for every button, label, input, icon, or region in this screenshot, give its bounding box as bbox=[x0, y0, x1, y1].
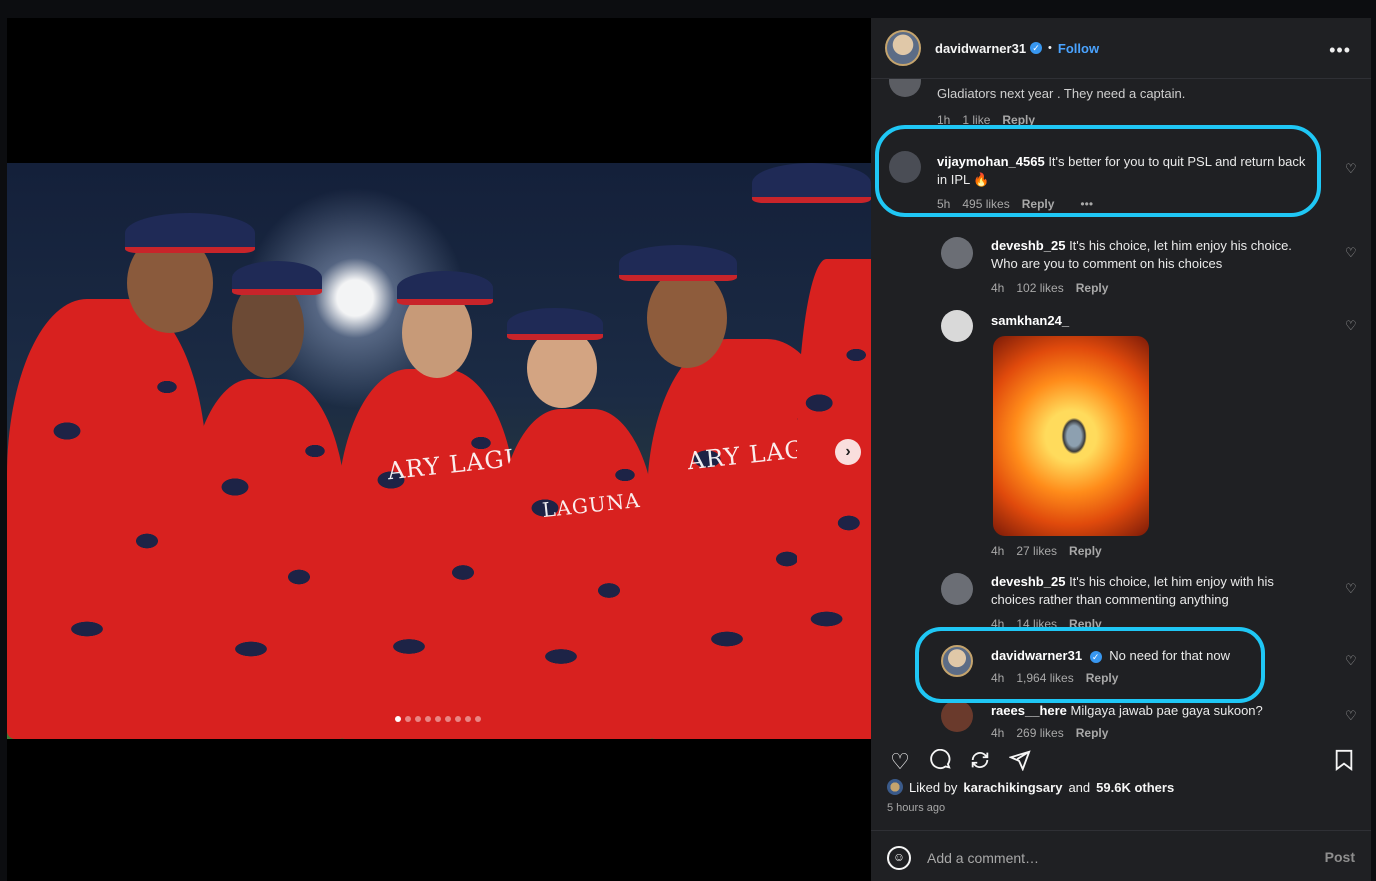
carousel-dot bbox=[465, 716, 471, 722]
comment-likes[interactable]: 102 likes bbox=[1016, 281, 1063, 295]
comment-username[interactable]: deveshb_25 bbox=[991, 574, 1065, 589]
post-header: davidwarner31 ✓ • Follow ••• bbox=[871, 18, 1371, 79]
reply-button[interactable]: Reply bbox=[1076, 726, 1109, 739]
emoji-icon[interactable]: ☺ bbox=[887, 846, 911, 870]
like-comment-icon[interactable]: ♡ bbox=[1345, 246, 1357, 259]
comment-meta: 4h 27 likes Reply bbox=[991, 544, 1102, 558]
share-send-icon[interactable] bbox=[1007, 749, 1033, 775]
verified-badge-icon: ✓ bbox=[1030, 42, 1043, 54]
save-bookmark-icon[interactable] bbox=[1331, 749, 1357, 775]
comments-sidebar: davidwarner31 ✓ • Follow ••• Gladiators … bbox=[871, 18, 1371, 881]
carousel-dot bbox=[445, 716, 451, 722]
liked-by-others[interactable]: 59.6K others bbox=[1096, 780, 1174, 795]
comment-gif[interactable] bbox=[993, 336, 1149, 536]
like-comment-icon[interactable]: ♡ bbox=[1345, 654, 1357, 667]
player-cap bbox=[507, 308, 603, 340]
player-figure bbox=[187, 379, 347, 739]
post-timestamp[interactable]: 5 hours ago bbox=[887, 802, 945, 814]
carousel-dot bbox=[475, 716, 481, 722]
player-cap bbox=[752, 163, 871, 203]
follow-button[interactable]: Follow bbox=[1058, 41, 1099, 56]
avatar[interactable] bbox=[889, 79, 921, 97]
comment-text: deveshb_25 It's his choice, let him enjo… bbox=[991, 574, 1274, 607]
separator: • bbox=[1048, 42, 1052, 54]
comment-username[interactable]: samkhan24_ bbox=[991, 313, 1069, 328]
carousel-dot bbox=[435, 716, 441, 722]
player-figure bbox=[337, 369, 517, 739]
carousel-dot bbox=[415, 716, 421, 722]
comment-time: 4h bbox=[991, 544, 1005, 558]
like-comment-icon[interactable]: ♡ bbox=[1345, 709, 1357, 722]
player-figure bbox=[7, 299, 207, 739]
liked-by-avatar bbox=[887, 779, 903, 795]
team-photo: ARY LAGUNA LAGUNA ARY LAGUNA bbox=[7, 163, 871, 739]
avatar[interactable] bbox=[941, 573, 973, 605]
comment-text: samkhan24_ bbox=[991, 312, 1321, 330]
liked-by-user[interactable]: karachikingsary bbox=[963, 780, 1062, 795]
comment-time: 4h bbox=[991, 726, 1005, 739]
reply-button[interactable]: Reply bbox=[1076, 281, 1109, 295]
comment-text: raees__here Milgaya jawab pae gaya sukoo… bbox=[991, 703, 1263, 718]
add-comment-bar: ☺ Post bbox=[871, 830, 1371, 881]
comment-time: 4h bbox=[991, 281, 1005, 295]
more-options-icon[interactable]: ••• bbox=[1329, 40, 1351, 61]
player-head bbox=[527, 328, 597, 408]
player-cap bbox=[397, 271, 493, 305]
comment-username[interactable]: deveshb_25 bbox=[991, 238, 1065, 253]
post-media[interactable]: ARY LAGUNA LAGUNA ARY LAGUNA › bbox=[7, 18, 871, 881]
comment-likes[interactable]: 27 likes bbox=[1016, 544, 1057, 558]
comment-meta: 4h 269 likes Reply bbox=[991, 726, 1108, 739]
post-author[interactable]: davidwarner31 bbox=[935, 41, 1026, 56]
comments-list[interactable]: Gladiators next year . They need a capta… bbox=[871, 79, 1371, 739]
reply-button[interactable]: Reply bbox=[1069, 544, 1102, 558]
avatar[interactable] bbox=[885, 30, 921, 66]
comment-bubble-icon[interactable] bbox=[927, 748, 953, 775]
player-head bbox=[647, 268, 727, 368]
player-figure bbox=[797, 259, 871, 739]
highlight-annotation bbox=[875, 125, 1321, 217]
like-heart-icon[interactable]: ♡ bbox=[887, 749, 913, 775]
carousel-dot bbox=[455, 716, 461, 722]
player-figure bbox=[497, 409, 657, 739]
like-comment-icon[interactable]: ♡ bbox=[1345, 319, 1357, 332]
carousel-dot bbox=[405, 716, 411, 722]
carousel-dot bbox=[425, 716, 431, 722]
highlight-annotation bbox=[915, 627, 1265, 703]
liked-by: Liked by karachikingsary and 59.6K other… bbox=[887, 779, 1174, 795]
comment-username[interactable]: raees__here bbox=[991, 703, 1067, 718]
like-comment-icon[interactable]: ♡ bbox=[1345, 162, 1357, 175]
comment-meta: 4h 102 likes Reply bbox=[991, 281, 1108, 295]
comment-likes[interactable]: 269 likes bbox=[1016, 726, 1063, 739]
next-slide-button[interactable]: › bbox=[835, 439, 861, 465]
carousel-dot bbox=[395, 716, 401, 722]
player-cap bbox=[232, 261, 322, 295]
add-comment-input[interactable] bbox=[927, 847, 1307, 869]
post-dialog: ARY LAGUNA LAGUNA ARY LAGUNA › davidwarn… bbox=[7, 18, 1371, 881]
avatar[interactable] bbox=[941, 237, 973, 269]
comment-text: deveshb_25 It's his choice, let him enjo… bbox=[991, 238, 1292, 271]
repost-icon[interactable] bbox=[967, 749, 993, 775]
player-cap bbox=[619, 245, 737, 281]
like-comment-icon[interactable]: ♡ bbox=[1345, 582, 1357, 595]
avatar[interactable] bbox=[941, 310, 973, 342]
player-cap bbox=[125, 213, 255, 253]
post-comment-button[interactable]: Post bbox=[1325, 849, 1355, 865]
comment-text: Gladiators next year . They need a capta… bbox=[937, 86, 1186, 101]
carousel-indicator bbox=[395, 716, 481, 722]
avatar[interactable] bbox=[941, 700, 973, 732]
